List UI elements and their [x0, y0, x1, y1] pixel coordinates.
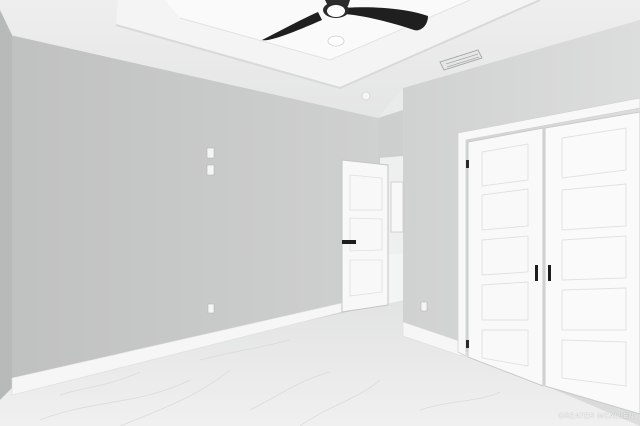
bedroom-photo: GREATER MCALLEN [0, 0, 640, 426]
closet-handle-right [548, 265, 551, 281]
closet-handle-left [535, 265, 538, 281]
closet-door-right [544, 111, 640, 415]
recessed-light [327, 35, 345, 47]
door-handle [342, 240, 356, 244]
closet-door-left [466, 127, 544, 387]
left-edge-wall [0, 10, 12, 400]
watermark-logo: GREATER MCALLEN [558, 413, 634, 420]
open-door [341, 159, 389, 313]
room-illustration [0, 0, 640, 426]
smoke-detector [361, 91, 371, 101]
